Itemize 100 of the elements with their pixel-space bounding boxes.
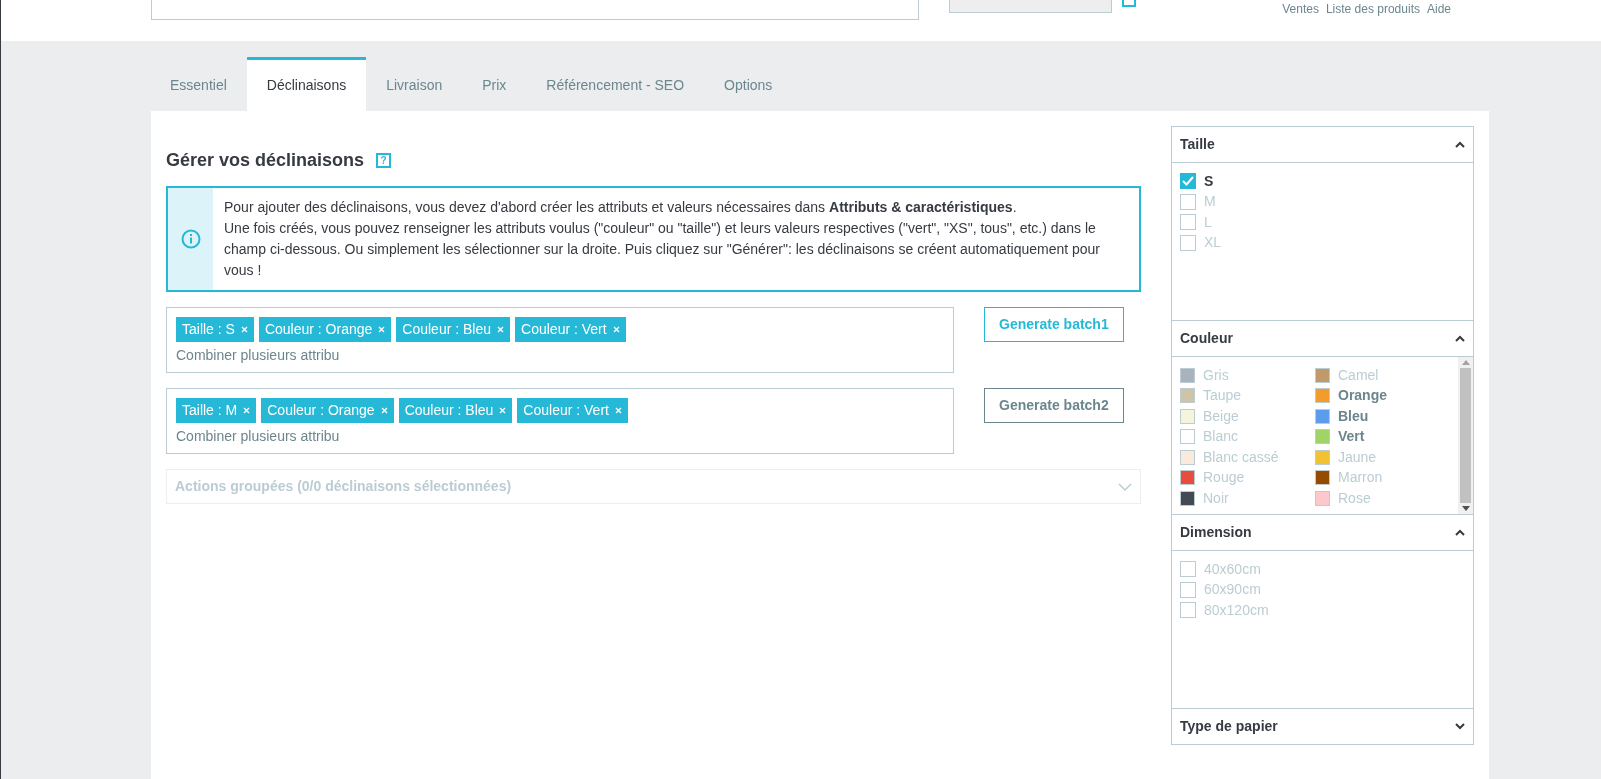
option-label: S — [1204, 171, 1214, 191]
checkbox[interactable] — [1180, 173, 1196, 190]
tag-label: Couleur : Orange — [264, 320, 373, 339]
color-label: Jaune — [1338, 447, 1377, 467]
select-field[interactable] — [949, 0, 1112, 13]
close-icon[interactable] — [378, 326, 386, 333]
checkbox[interactable] — [1180, 214, 1196, 231]
color-swatch[interactable] — [1180, 388, 1195, 404]
checkbox[interactable] — [1180, 581, 1196, 598]
option-label: XL — [1204, 233, 1222, 253]
section-title: Gérer vos déclinaisons — [166, 149, 365, 172]
tab[interactable]: Prix — [462, 57, 527, 111]
color-swatch[interactable] — [1180, 408, 1195, 424]
color-label: Rouge — [1203, 468, 1245, 488]
scroll-up-icon — [1461, 359, 1470, 365]
color-swatch[interactable] — [1180, 449, 1195, 465]
color-swatch[interactable] — [1315, 367, 1330, 383]
color-label: Beige — [1203, 406, 1239, 426]
close-icon[interactable] — [612, 326, 620, 333]
chevron-down-icon — [1118, 482, 1132, 491]
product-name-field[interactable] — [151, 0, 919, 20]
tags-placeholder: Combiner plusieurs attribu — [176, 346, 341, 365]
close-icon[interactable] — [614, 407, 622, 414]
info-text: Une fois créés, vous pouvez renseigner les attributs voulus ("couleur" ou "taille") et leurs valeurs respectives ("vert", "XS", tous", etc.) dans le champ ci-dessous. Ou simplement les sélectionner sur la droite. Puis cliquez sur "Générer": les déclinaisons se créent automatiquement pour vous ! — [224, 219, 1102, 280]
close-icon[interactable] — [380, 407, 388, 414]
attribute-tag[interactable]: Taille : M — [176, 398, 257, 423]
color-label: Rose — [1338, 488, 1371, 508]
chevron-up-icon — [1455, 141, 1465, 148]
attribute-tag[interactable]: Couleur : Vert — [515, 317, 626, 342]
color-swatch[interactable] — [1315, 470, 1330, 486]
group-title: Couleur — [1180, 329, 1233, 348]
tag-label: Taille : M — [182, 401, 238, 420]
color-label: Noir — [1203, 488, 1229, 508]
attribute-tag[interactable]: Taille : S — [176, 317, 254, 342]
chevron-up-icon — [1455, 335, 1465, 342]
option-label: 60x90cm — [1204, 580, 1261, 600]
tab[interactable]: Déclinaisons — [246, 57, 367, 111]
tab[interactable]: Référencement - SEO — [526, 57, 705, 111]
header-link[interactable]: Liste des produits — [1325, 0, 1420, 18]
close-icon[interactable] — [240, 326, 248, 333]
tab[interactable]: Essentiel — [150, 57, 247, 111]
tag-label: Couleur : Vert — [523, 401, 609, 420]
group-title: Type de papier — [1180, 717, 1278, 736]
generate-button[interactable]: Generate batch1 — [984, 307, 1124, 342]
attribute-tag[interactable]: Couleur : Orange — [261, 398, 394, 423]
attribute-tag[interactable]: Couleur : Orange — [258, 317, 392, 342]
color-swatch[interactable] — [1315, 429, 1330, 445]
checkbox[interactable] — [1180, 602, 1196, 619]
info-icon — [180, 229, 201, 249]
color-swatch[interactable] — [1180, 429, 1195, 445]
group-header[interactable]: Taille — [1172, 127, 1473, 163]
tags-placeholder: Combiner plusieurs attribu — [176, 427, 341, 446]
tag-label: Couleur : Orange — [267, 401, 375, 420]
color-label: Camel — [1338, 365, 1379, 385]
group-title: Dimension — [1180, 523, 1252, 542]
attribute-tag[interactable]: Couleur : Bleu — [398, 398, 513, 423]
color-label: Orange — [1338, 386, 1387, 406]
bulk-actions-label: Actions groupées (0/0 déclinaisons sélectionnées) — [175, 477, 512, 496]
color-label: Taupe — [1203, 386, 1242, 406]
tag-label: Couleur : Bleu — [402, 320, 492, 339]
tag-label: Couleur : Vert — [521, 320, 607, 339]
tab[interactable]: Options — [704, 57, 793, 111]
color-label: Gris — [1203, 365, 1229, 385]
color-swatch[interactable] — [1315, 408, 1330, 424]
header-link[interactable]: Aide — [1426, 0, 1451, 18]
close-icon[interactable] — [499, 407, 507, 414]
chevron-down-icon — [1455, 723, 1465, 730]
close-icon[interactable] — [243, 407, 251, 414]
tag-label: Couleur : Bleu — [404, 401, 494, 420]
attribute-tags-field[interactable]: Taille : M Couleur : Orange Couleur : Bleu Couleur : Vert Combiner plusieurs attribu — [166, 388, 954, 454]
attribute-tag[interactable]: Couleur : Vert — [517, 398, 628, 423]
generate-button[interactable]: Generate batch2 — [984, 388, 1124, 423]
color-swatch[interactable] — [1180, 470, 1195, 486]
option-label: 40x60cm — [1204, 559, 1261, 579]
group-title: Taille — [1180, 135, 1215, 154]
color-label: Blanc cassé — [1203, 447, 1279, 467]
group-header[interactable]: Couleur — [1172, 321, 1473, 357]
attribute-tags-field[interactable]: Taille : S Couleur : Orange Couleur : Bleu Couleur : Vert Combiner plusieurs attribu — [166, 307, 954, 373]
color-swatch[interactable] — [1315, 490, 1330, 506]
check-icon — [1182, 176, 1194, 187]
checkbox[interactable] — [1180, 234, 1196, 251]
group-header[interactable]: Type de papier — [1172, 709, 1473, 745]
tab[interactable]: Livraison — [366, 57, 463, 111]
color-swatch[interactable] — [1315, 449, 1330, 465]
attribute-tag[interactable]: Couleur : Bleu — [396, 317, 511, 342]
close-icon[interactable] — [497, 326, 505, 333]
color-swatch[interactable] — [1180, 367, 1195, 383]
checkbox[interactable] — [1180, 193, 1196, 210]
scrollbar[interactable] — [1458, 357, 1473, 514]
help-icon[interactable]: ? — [376, 153, 392, 168]
color-label: Blanc — [1203, 427, 1239, 447]
chevron-up-icon — [1455, 529, 1465, 536]
color-swatch[interactable] — [1180, 490, 1195, 506]
color-swatch[interactable] — [1315, 388, 1330, 404]
header-link[interactable]: Ventes — [1282, 0, 1319, 18]
color-label: Bleu — [1338, 406, 1369, 426]
tag-label: Taille : S — [182, 320, 235, 339]
option-label: L — [1204, 212, 1212, 232]
group-header[interactable]: Dimension — [1172, 515, 1473, 551]
checkbox[interactable] — [1180, 561, 1196, 578]
